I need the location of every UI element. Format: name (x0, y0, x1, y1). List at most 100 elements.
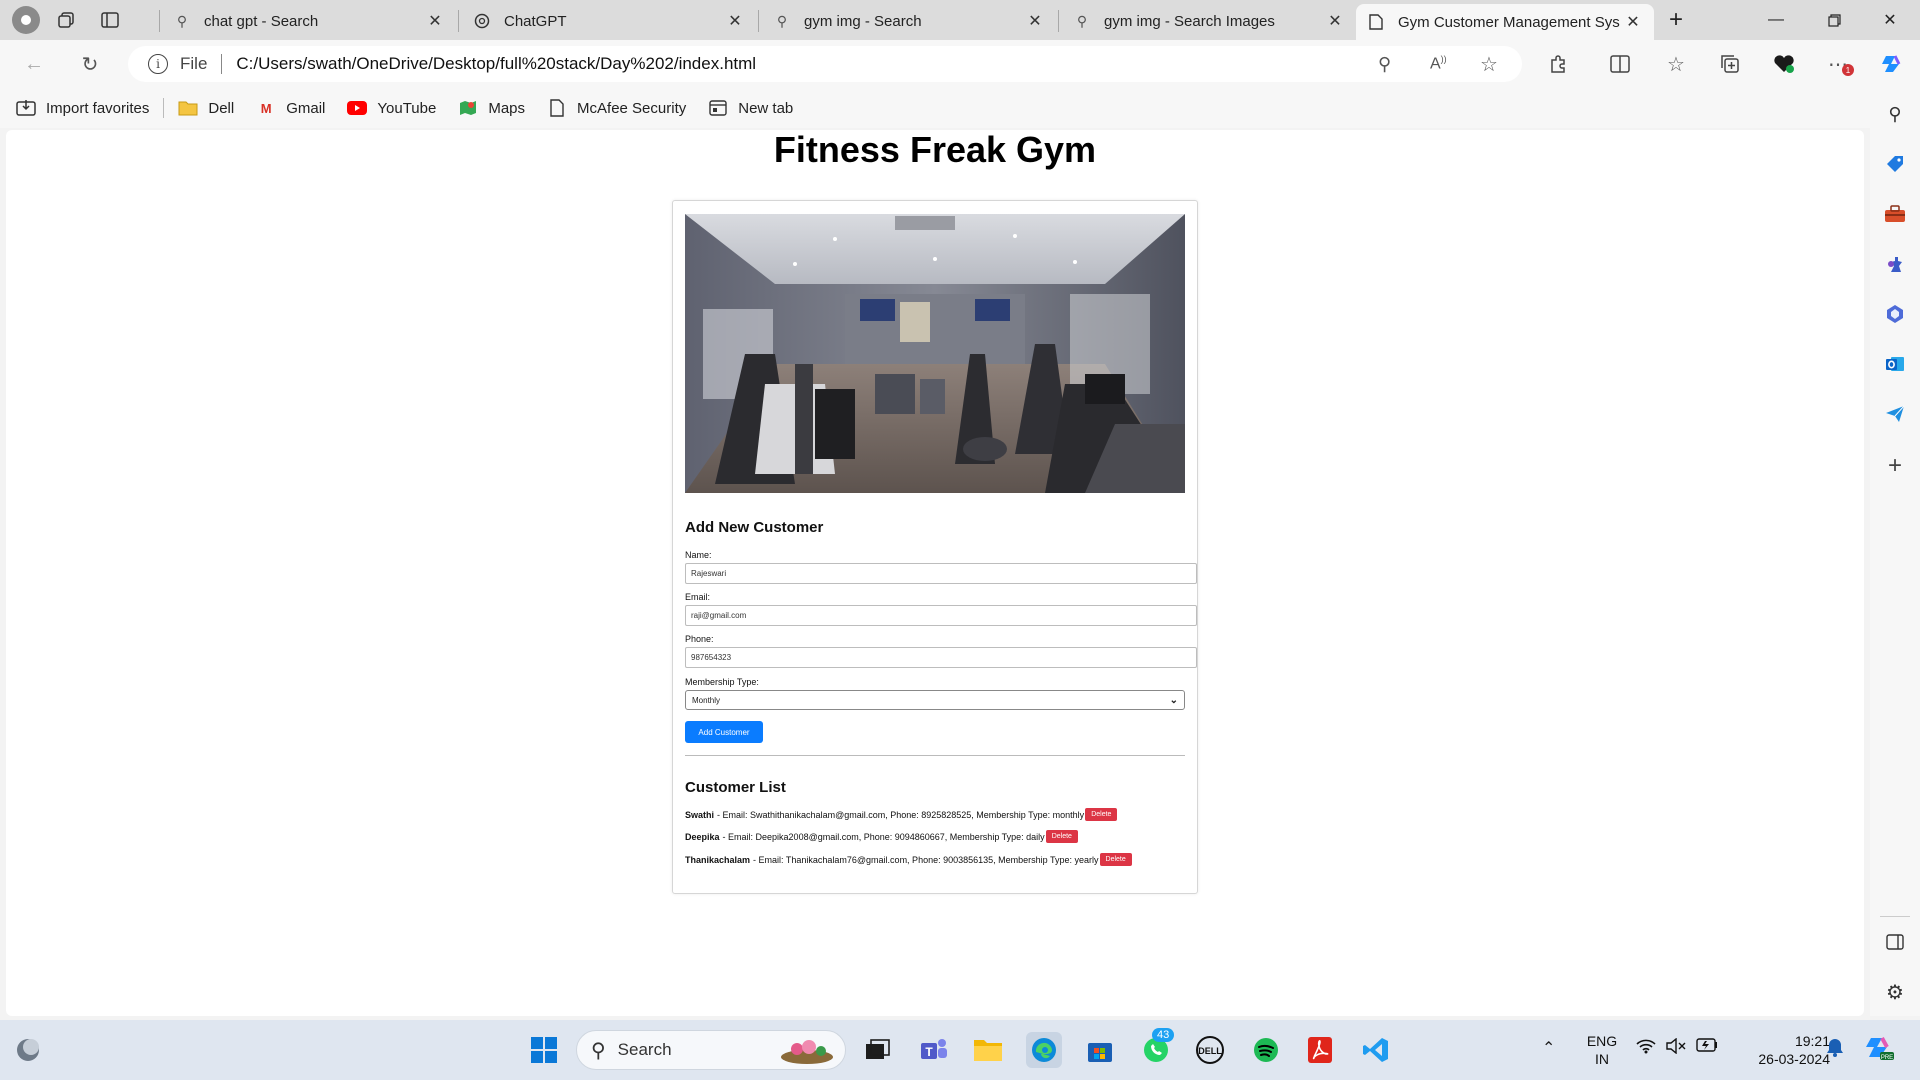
restore-icon[interactable] (1806, 0, 1862, 40)
tab-title: Gym Customer Management Sys (1398, 13, 1620, 31)
search-icon: ⚲ (176, 12, 188, 29)
close-icon[interactable]: ✕ (726, 11, 744, 31)
favorite-dell[interactable]: Dell (178, 98, 234, 118)
back-icon[interactable]: ← (18, 48, 50, 80)
close-icon[interactable]: ✕ (426, 11, 444, 31)
phone-field[interactable]: 987654323 (685, 647, 1197, 668)
dell-icon[interactable]: DELL (1192, 1032, 1228, 1068)
tab-gym-img-search[interactable]: ⚲ gym img - Search ✕ (762, 4, 1056, 38)
list-item: Deepika - Email: Deepika2008@gmail.com, … (685, 830, 1078, 843)
taskbar: ⚲ Search T 43 DELL ⌃ ENG IN 19:21 26-03-… (0, 1020, 1920, 1080)
add-icon[interactable]: + (1879, 450, 1911, 482)
search-icon[interactable]: ⚲ (1879, 98, 1911, 130)
vscode-icon[interactable] (1358, 1032, 1394, 1068)
more-options-icon[interactable]: ⋯ 1 (1822, 48, 1854, 80)
profile-icon[interactable] (12, 6, 40, 34)
membership-select[interactable]: Monthly ⌄ (685, 690, 1185, 710)
favorite-label: Import favorites (46, 99, 150, 117)
tab-chatgpt[interactable]: ChatGPT ✕ (462, 4, 756, 38)
info-icon[interactable]: i (148, 54, 168, 74)
address-url[interactable]: C:/Users/swath/OneDrive/Desktop/full%20s… (236, 54, 756, 74)
gmail-icon: M (260, 100, 272, 116)
favorite-label: McAfee Security (577, 99, 687, 117)
settings-icon[interactable]: ⚙ (1879, 976, 1911, 1008)
language-indicator[interactable]: ENG IN (1584, 1032, 1620, 1068)
close-icon[interactable]: ✕ (1326, 11, 1344, 31)
volume-muted-icon[interactable] (1666, 1037, 1686, 1059)
tab-strip: ⚲ chat gpt - Search ✕ ChatGPT ✕ ⚲ gym im… (0, 0, 1920, 40)
tab-title: ChatGPT (504, 12, 567, 30)
collections-icon[interactable] (1714, 48, 1746, 80)
send-icon[interactable] (1879, 398, 1911, 430)
zoom-icon[interactable]: ⚲ (1378, 54, 1391, 75)
phone-label: Phone: (685, 634, 714, 644)
chatgpt-icon (474, 13, 490, 29)
edge-icon[interactable] (1026, 1032, 1062, 1068)
address-bar[interactable]: i File C:/Users/swath/OneDrive/Desktop/f… (128, 46, 1522, 82)
tab-gym-customer-management[interactable]: Gym Customer Management Sys ✕ (1356, 4, 1654, 40)
outlook-icon[interactable] (1879, 348, 1911, 380)
favorite-youtube[interactable]: YouTube (347, 98, 436, 118)
task-view-icon[interactable] (860, 1032, 896, 1068)
close-window-icon[interactable]: ✕ (1862, 0, 1918, 40)
wifi-icon[interactable] (1636, 1038, 1656, 1059)
browser-essentials-icon[interactable] (1768, 48, 1800, 80)
battery-icon[interactable] (1696, 1038, 1718, 1057)
notification-bell-icon[interactable] (1826, 1038, 1844, 1063)
close-icon[interactable]: ✕ (1026, 11, 1044, 31)
new-tab-button[interactable]: + (1648, 0, 1704, 40)
taskbar-search[interactable]: ⚲ Search (576, 1030, 846, 1070)
sidebar-divider (1880, 916, 1910, 917)
favorite-mcafee-security[interactable]: McAfee Security (547, 98, 686, 118)
add-customer-button[interactable]: Add Customer (685, 721, 763, 743)
name-field[interactable]: Rajeswari (685, 563, 1197, 584)
minimize-icon[interactable]: — (1748, 0, 1804, 40)
delete-button[interactable]: Delete (1085, 808, 1118, 821)
vertical-tabs-icon[interactable] (92, 4, 128, 36)
browser-toolbar: ← ↻ i File C:/Users/swath/OneDrive/Deskt… (0, 40, 1920, 88)
tools-icon[interactable] (1879, 198, 1911, 230)
refresh-icon[interactable]: ↻ (74, 48, 106, 80)
copilot-taskbar-icon[interactable]: PRE (1864, 1032, 1894, 1067)
favorite-star-icon[interactable]: ☆ (1480, 52, 1498, 77)
teams-icon[interactable]: T (916, 1032, 952, 1068)
favorite-maps[interactable]: Maps (458, 98, 525, 118)
favorite-gmail[interactable]: M Gmail (256, 98, 326, 118)
hide-sidebar-icon[interactable] (1879, 926, 1911, 958)
clock[interactable]: 19:21 26-03-2024 (1740, 1032, 1830, 1068)
favorites-icon[interactable]: ☆ (1660, 48, 1692, 80)
spotify-icon[interactable] (1248, 1032, 1284, 1068)
workspaces-icon[interactable] (48, 4, 84, 36)
acrobat-icon[interactable] (1302, 1032, 1338, 1068)
favorite-import-favorites[interactable]: Import favorites (16, 98, 149, 118)
tray-chevron-icon[interactable]: ⌃ (1542, 1038, 1555, 1058)
microsoft-365-icon[interactable] (1879, 298, 1911, 330)
favorite-label: YouTube (377, 99, 437, 117)
copilot-icon[interactable] (1876, 48, 1908, 80)
customer-name: Swathi (685, 809, 715, 820)
read-aloud-icon[interactable]: A)) (1430, 54, 1447, 73)
close-icon[interactable]: ✕ (1624, 12, 1642, 32)
clock-date: 26-03-2024 (1758, 1051, 1830, 1067)
games-icon[interactable] (1879, 248, 1911, 280)
extensions-icon[interactable] (1542, 48, 1574, 80)
microsoft-store-icon[interactable] (1082, 1032, 1118, 1068)
clock-time: 19:21 (1794, 1033, 1830, 1049)
email-field[interactable]: raji@gmail.com (685, 605, 1197, 626)
tab-chat-gpt-search[interactable]: ⚲ chat gpt - Search ✕ (162, 4, 456, 38)
edge-sidebar: ⚲ + ⚙ (1870, 88, 1920, 1016)
page-icon (1368, 14, 1384, 30)
file-explorer-icon[interactable] (970, 1032, 1006, 1068)
delete-button[interactable]: Delete (1099, 853, 1132, 866)
region-code: IN (1595, 1051, 1609, 1067)
delete-button[interactable]: Delete (1045, 830, 1078, 843)
membership-selected-value: Monthly (692, 695, 721, 705)
shopping-icon[interactable] (1879, 148, 1911, 180)
page-title: Fitness Freak Gym (773, 130, 1097, 170)
favorite-new-tab[interactable]: New tab (708, 98, 793, 118)
language-code: ENG (1586, 1033, 1618, 1049)
split-screen-icon[interactable] (1604, 48, 1636, 80)
start-icon[interactable] (526, 1032, 562, 1068)
tab-gym-img-search-images[interactable]: ⚲ gym img - Search Images ✕ (1062, 4, 1356, 38)
weather-widget-icon[interactable] (10, 1032, 46, 1068)
